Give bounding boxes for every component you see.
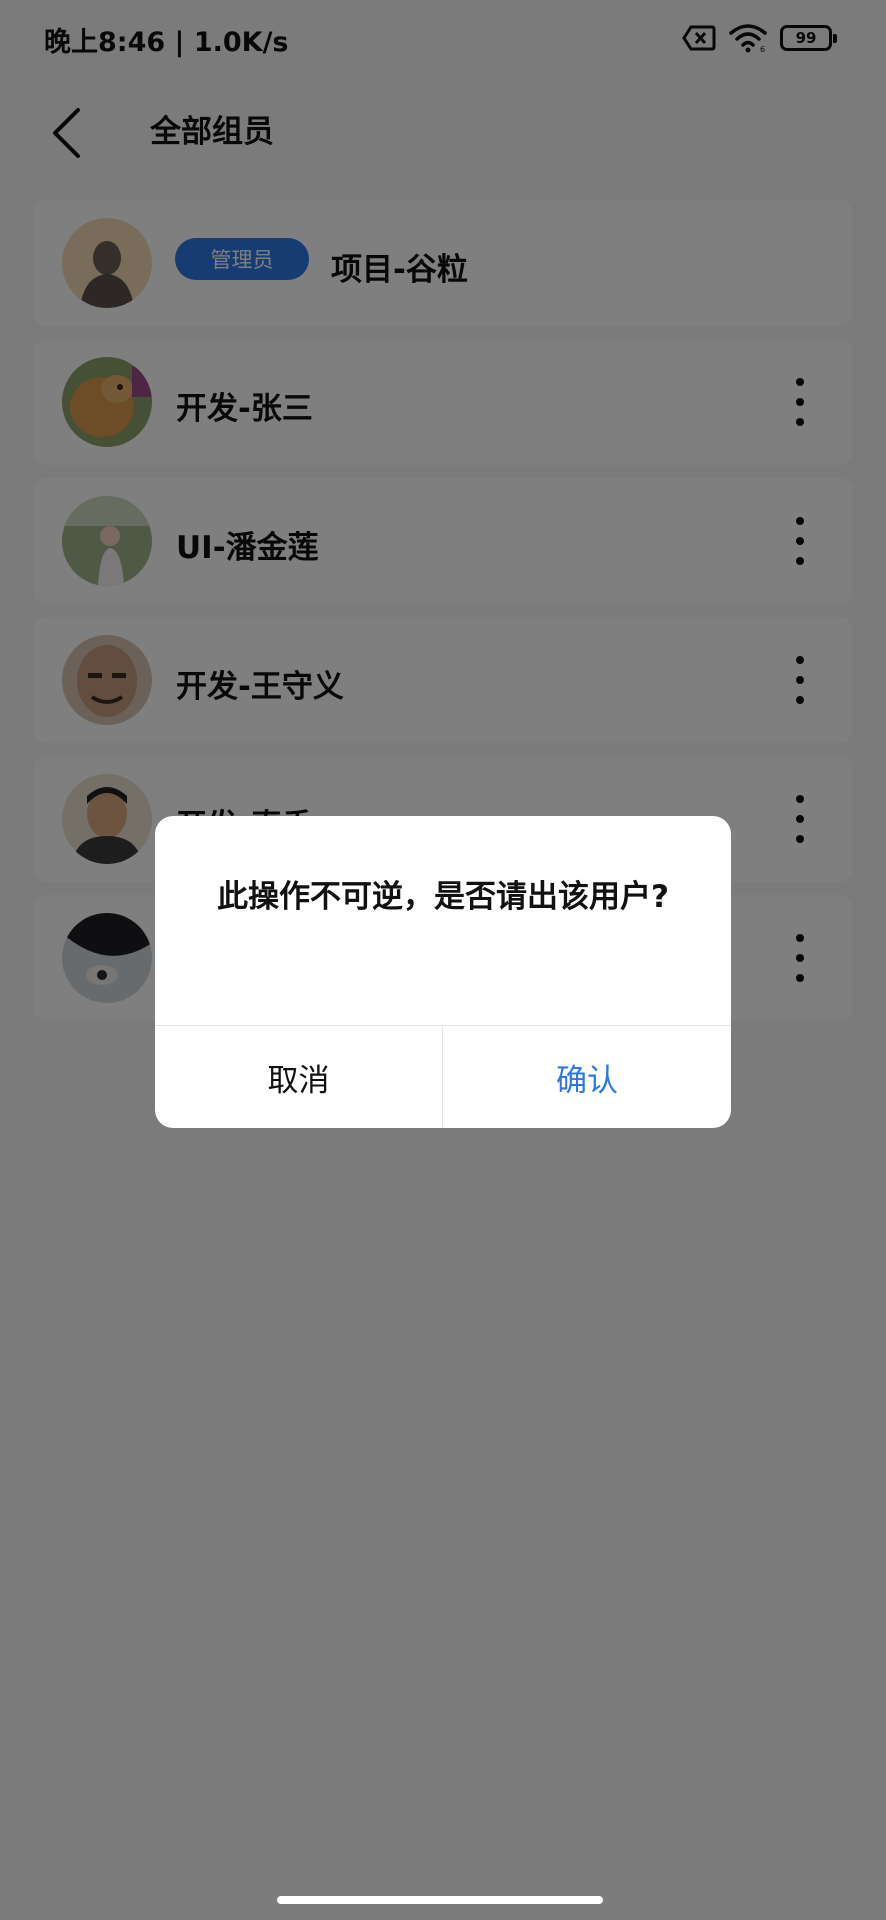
dialog-message: 此操作不可逆，是否请出该用户? [217, 879, 669, 915]
confirm-button[interactable]: 确认 [443, 1026, 731, 1128]
cancel-button[interactable]: 取消 [155, 1026, 442, 1128]
home-indicator[interactable] [277, 1896, 603, 1904]
confirm-remove-dialog: 此操作不可逆，是否请出该用户? 取消 确认 [155, 816, 731, 1128]
